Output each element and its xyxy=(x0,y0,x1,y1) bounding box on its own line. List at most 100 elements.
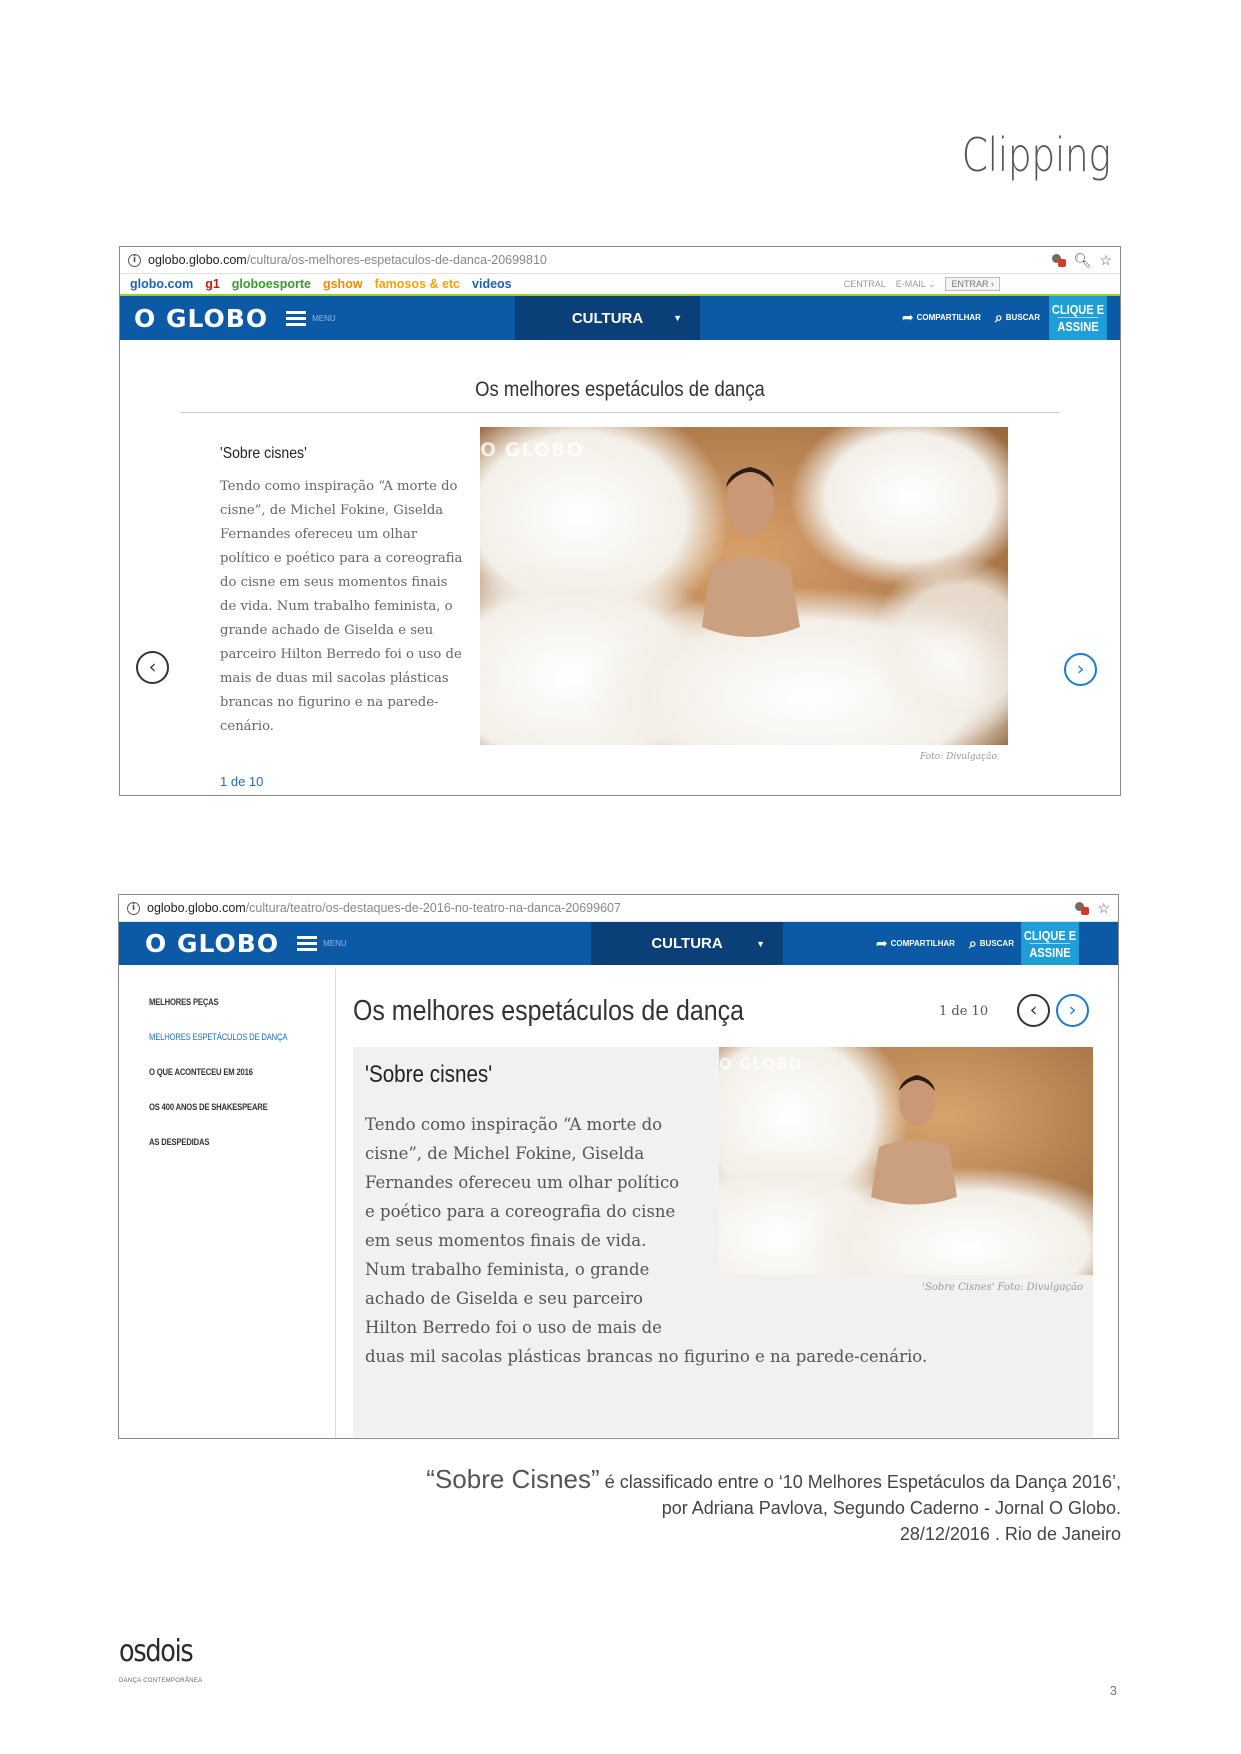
menu-label: MENU xyxy=(323,939,347,948)
menu-label: MENU xyxy=(312,313,336,323)
oglobo-logo[interactable]: O GLOBO xyxy=(134,304,268,333)
menu-icon[interactable] xyxy=(286,310,307,326)
subscribe-button[interactable]: CLIQUE E ASSINE xyxy=(1049,296,1107,340)
photo-credit: Foto: Divulgação xyxy=(920,752,997,762)
sidebar-item-shakespeare[interactable]: OS 400 ANOS DE SHAKESPEARE xyxy=(149,1102,307,1112)
section-dropdown[interactable]: CULTURA ▼ xyxy=(591,922,783,965)
star-icon[interactable]: ☆ xyxy=(1097,900,1110,917)
share-button[interactable]: ➦ COMPARTILHAR xyxy=(876,936,955,952)
extension-icon[interactable] xyxy=(1075,901,1090,915)
url-path: /cultura/teatro/os-destaques-de-2016-no-… xyxy=(245,901,621,915)
email-link[interactable]: E-MAIL ⌄ xyxy=(896,279,936,290)
section-dropdown[interactable]: CULTURA ▼ xyxy=(515,296,700,340)
caret-down-icon: ▼ xyxy=(756,938,765,949)
slide-heading: 'Sobre cisnes' xyxy=(220,445,307,462)
slide-description-wrap: Tendo como inspiração “A morte do cisne”… xyxy=(365,1110,1065,1371)
share-button[interactable]: ➦ COMPARTILHAR xyxy=(902,310,981,326)
section-label: CULTURA xyxy=(651,935,723,952)
osdois-logo: osdois DANÇA CONTEMPORÂNEA xyxy=(119,1634,205,1687)
caption-line-1-text: é classificado entre o ‘10 Melhores Espe… xyxy=(599,1472,1121,1492)
share-label: COMPARTILHAR xyxy=(916,313,981,323)
gallery-title: Os melhores espetáculos de dança xyxy=(353,995,744,1027)
nav-actions: ➦ COMPARTILHAR ⌕ BUSCAR xyxy=(876,936,1014,952)
sidebar-item-despedidas[interactable]: AS DESPEDIDAS xyxy=(149,1137,307,1147)
osdois-tagline: DANÇA CONTEMPORÂNEA xyxy=(119,1678,203,1684)
info-icon[interactable]: i xyxy=(128,253,141,267)
entrar-button[interactable]: ENTRAR › xyxy=(945,277,1000,291)
watermark: O GLOBO xyxy=(480,439,584,461)
prev-slide-button[interactable]: ‹ xyxy=(136,651,169,684)
sidebar-item-melhores-pecas[interactable]: MELHORES PEÇAS xyxy=(149,997,307,1007)
slide-counter: 1 de 10 xyxy=(939,1004,989,1019)
link-g1[interactable]: g1 xyxy=(205,277,220,291)
email-label: E-MAIL xyxy=(895,278,926,289)
extension-icon[interactable] xyxy=(1051,253,1066,267)
nav-actions: ➦ COMPARTILHAR ⌕ BUSCAR xyxy=(902,310,1040,326)
osdois-brand: osdois xyxy=(119,1634,194,1669)
search-label: BUSCAR xyxy=(979,938,1014,948)
watermark: O GLOBO xyxy=(719,1055,803,1073)
search-icon: ⌕ xyxy=(994,310,1003,326)
search-label: BUSCAR xyxy=(1005,313,1040,323)
central-link[interactable]: CENTRAL xyxy=(844,279,886,289)
browser-tools: ☆ xyxy=(1075,900,1110,917)
globo-links-bar: globo.com g1 globoesporte gshow famosos … xyxy=(120,274,1120,296)
entrar-label: ENTRAR xyxy=(951,279,989,289)
slide-counter: 1 de 10 xyxy=(220,774,264,789)
cta-line-2: ASSINE xyxy=(1057,317,1099,334)
url-host: oglobo.globo.com xyxy=(147,901,246,915)
url-path: /cultura/os-melhores-espetaculos-de-danc… xyxy=(246,253,547,267)
screenshot-2: i oglobo.globo.com/cultura/teatro/os-des… xyxy=(118,894,1119,1439)
gallery-title: Os melhores espetáculos de dança xyxy=(180,367,1060,413)
dancer-photo-graphic xyxy=(480,427,1008,745)
url-host: oglobo.globo.com xyxy=(148,253,247,267)
chevron-right-icon: › xyxy=(1076,658,1085,680)
share-arrow-icon: ➦ xyxy=(875,935,888,952)
search-button[interactable]: ⌕ BUSCAR xyxy=(969,936,1014,952)
share-arrow-icon: ➦ xyxy=(901,310,914,326)
next-slide-button[interactable]: › xyxy=(1064,653,1097,686)
search-icon: ⌕ xyxy=(968,935,977,952)
sidebar-item-melhores-espetaculos[interactable]: MELHORES ESPETÁCULOS DE DANÇA xyxy=(149,1032,307,1042)
address-bar[interactable]: i oglobo.globo.com/cultura/teatro/os-des… xyxy=(119,895,1118,922)
link-videos[interactable]: videos xyxy=(472,277,512,291)
section-label: CULTURA xyxy=(571,309,644,327)
address-bar[interactable]: i oglobo.globo.com/cultura/os-melhores-e… xyxy=(120,247,1120,274)
sidebar-item-o-que-aconteceu[interactable]: O QUE ACONTECEU EM 2016 xyxy=(149,1067,307,1077)
link-famosos[interactable]: famosos & etc xyxy=(375,277,460,291)
cta-line-1: CLIQUE E xyxy=(1023,927,1077,943)
screenshot-1: i oglobo.globo.com/cultura/os-melhores-e… xyxy=(119,246,1121,796)
clipping-caption: “Sobre Cisnes” é classificado entre o ‘1… xyxy=(221,1466,1121,1547)
slide-heading: 'Sobre cisnes' xyxy=(365,1061,493,1088)
slide-description: Tendo como inspiração “A morte do cisne”… xyxy=(220,479,463,734)
page-number: 3 xyxy=(1109,1683,1117,1698)
info-icon[interactable]: i xyxy=(127,901,140,915)
caption-line-2: por Adriana Pavlova, Segundo Caderno - J… xyxy=(661,1498,1121,1518)
chevron-left-icon: ‹ xyxy=(148,656,157,678)
zoom-icon[interactable]: 🔍︎ xyxy=(1074,252,1092,269)
caption-line-3: 28/12/2016 . Rio de Janeiro xyxy=(899,1524,1121,1544)
link-globoesporte[interactable]: globoesporte xyxy=(232,277,311,291)
oglobo-navbar: O GLOBO MENU CULTURA ▼ ➦ COMPARTILHAR ⌕ BU… xyxy=(120,296,1120,340)
oglobo-navbar: O GLOBO MENU CULTURA ▼ ➦ COMPARTILHAR ⌕ BU… xyxy=(119,922,1118,965)
gallery-sidebar: MELHORES PEÇAS MELHORES ESPETÁCULOS DE D… xyxy=(119,967,336,1438)
next-slide-button[interactable]: › xyxy=(1056,994,1089,1027)
chevron-right-icon: › xyxy=(991,279,994,289)
oglobo-logo[interactable]: O GLOBO xyxy=(145,929,279,958)
link-globo-com[interactable]: globo.com xyxy=(130,277,193,291)
link-gshow[interactable]: gshow xyxy=(323,277,363,291)
star-icon[interactable]: ☆ xyxy=(1099,252,1112,269)
search-button[interactable]: ⌕ BUSCAR xyxy=(995,310,1040,326)
page-heading: Clipping xyxy=(962,128,1111,182)
chevron-right-icon: › xyxy=(1068,999,1077,1021)
menu-icon[interactable] xyxy=(297,936,318,951)
prev-slide-button[interactable]: ‹ xyxy=(1017,994,1050,1027)
slide-photo[interactable]: O GLOBO xyxy=(480,427,1008,745)
slide-card: O GLOBO 'Sobre Cisnes' Foto: Divulgação … xyxy=(353,1047,1093,1437)
cta-line-1: CLIQUE E xyxy=(1051,302,1105,317)
subscribe-button[interactable]: CLIQUE E ASSINE xyxy=(1021,922,1079,965)
caret-down-icon: ▼ xyxy=(673,313,682,323)
browser-tools: 🔍︎ ☆ xyxy=(1051,252,1112,269)
cta-line-2: ASSINE xyxy=(1029,942,1071,960)
share-label: COMPARTILHAR xyxy=(890,938,955,948)
